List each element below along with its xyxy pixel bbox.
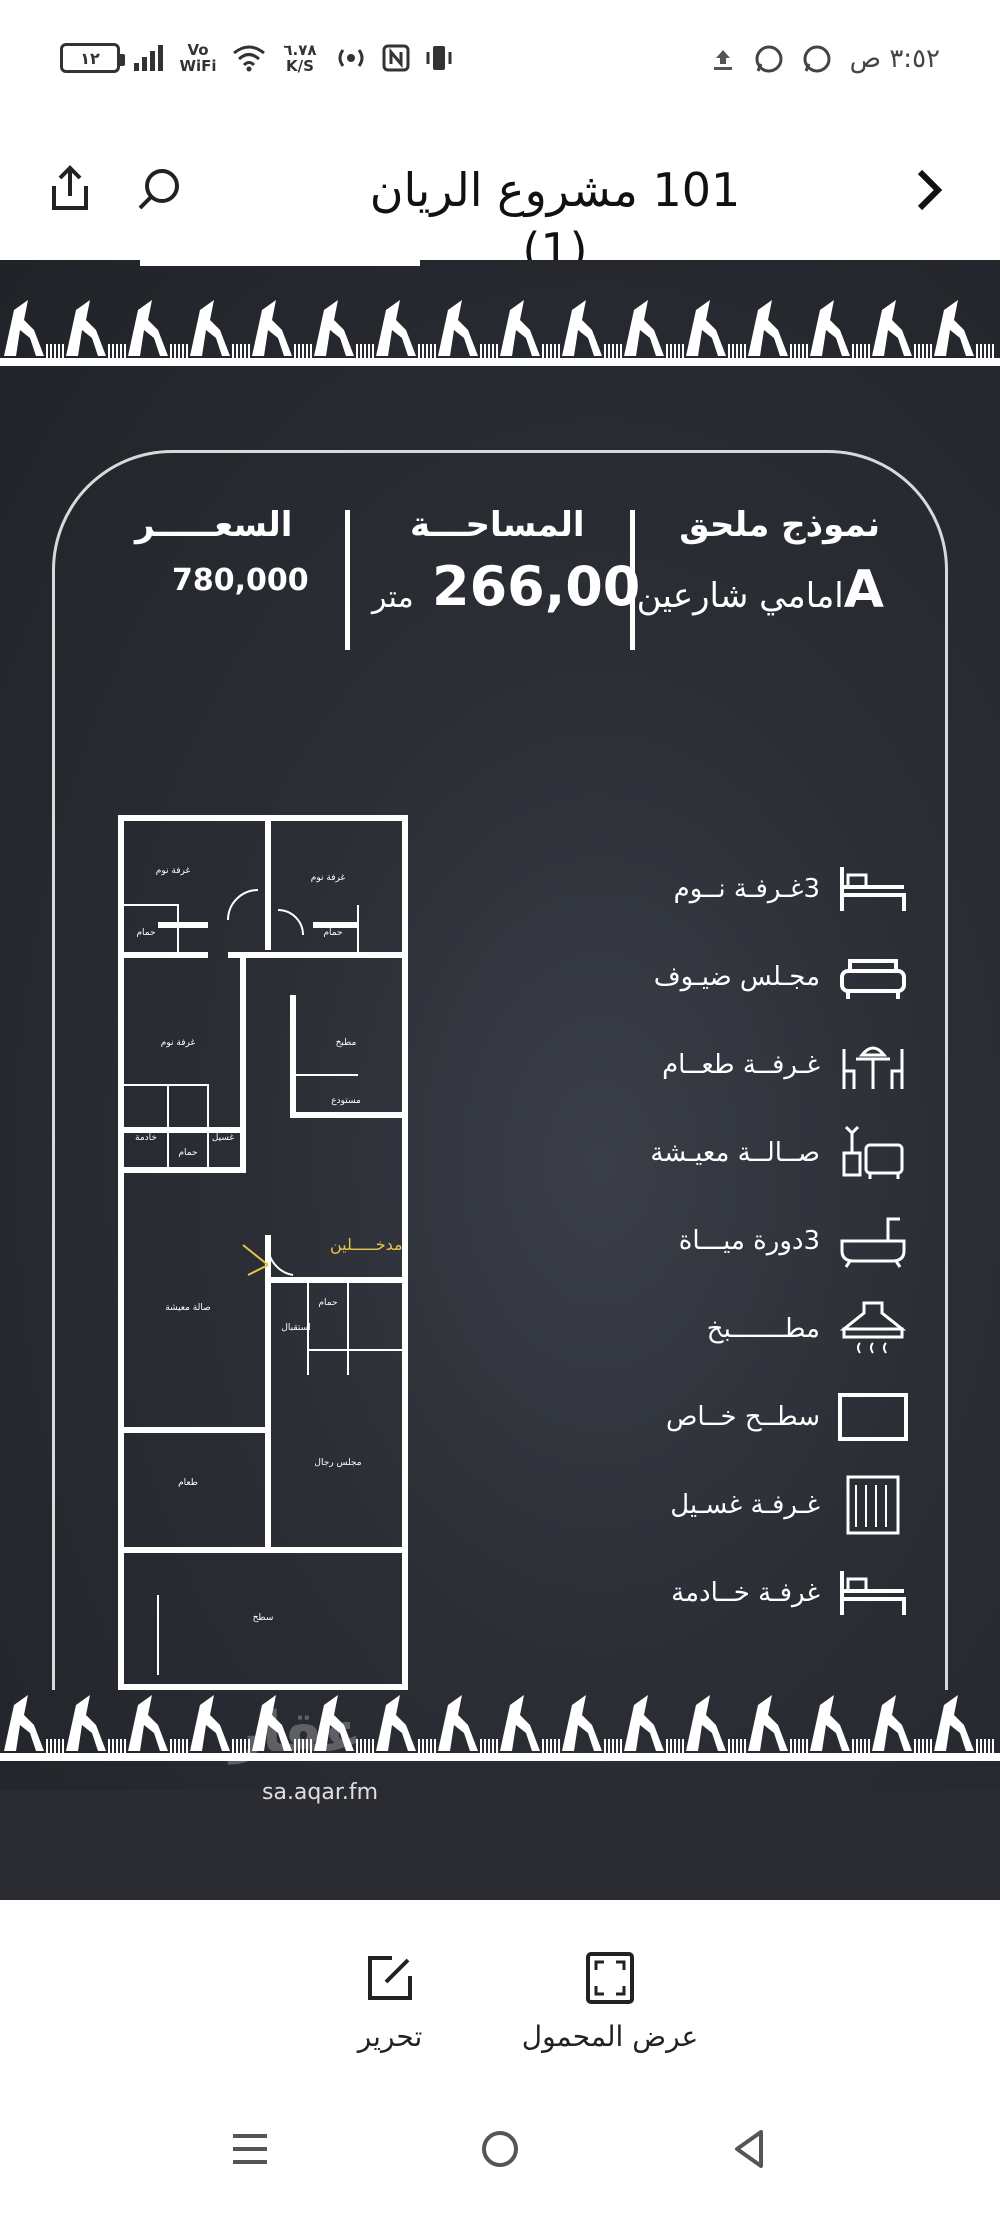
edit-button[interactable]: تحرير [335,1950,445,2053]
room-laundry: غسيل [212,1133,235,1143]
room-reception: استقبال [281,1323,310,1333]
feature-label: مجـلس ضيـوف [653,962,820,992]
decorative-pattern-top [0,300,1000,366]
feature-label: صــالــة معيـشة [650,1138,820,1168]
feature-label: غـرفـة غسـيل [670,1490,820,1520]
model-subtitle: Aامامي شارعين [637,560,884,620]
feature-item: غرفـة خــادمة [490,1549,910,1637]
room-living: صالة معيشة [165,1303,211,1313]
mobile-view-button[interactable]: عرض المحمول [510,1950,710,2053]
price-value: 780,000 [172,563,309,598]
system-nav-bar [0,2080,1000,2222]
hotspot-icon [338,49,364,67]
edit-label: تحرير [357,2020,423,2053]
feature-item: مطـــــــبخ [490,1285,910,1373]
back-nav-icon[interactable] [725,2124,775,2174]
whatsapp-icon [803,45,831,73]
feature-item: مجـلس ضيـوف [490,933,910,1021]
network-type: Vo WiFi [179,41,217,75]
room-bath-4: حمام [318,1298,337,1308]
upload-icon [713,50,732,70]
room-bedroom-3: غرفة نوم [161,1038,196,1048]
app-header: 101 مشروع الريان (1) [0,130,1000,277]
bed-icon [840,867,906,911]
area-label: المساحـــة [410,505,585,545]
feature-item: سطــح خــاص [490,1373,910,1461]
listing-image[interactable]: نموذج ملحق Aامامي شارعين المساحـــة 266,… [0,260,1000,1900]
feature-label: غرفـة خــادمة [671,1578,820,1608]
vibrate-icon [426,46,452,70]
wifi-icon [233,45,265,72]
room-bath-1: حمام [136,928,155,938]
roof-icon [838,1393,908,1441]
model-title: نموذج ملحق [679,505,880,545]
signal-icon [134,45,163,71]
share-icon[interactable] [40,158,100,218]
feature-item: غـرفـة غسـيل [490,1461,910,1549]
search-icon[interactable] [130,160,190,220]
feature-label: مطـــــــبخ [706,1314,820,1344]
page-title: 101 مشروع الريان (1) [369,163,741,277]
action-bar: تحرير عرض المحمول [0,1900,1000,2080]
feature-item: صــالــة معيـشة [490,1109,910,1197]
feature-label: سطــح خــاص [665,1402,820,1432]
menu-icon[interactable] [225,2124,275,2174]
image-indicator [140,260,420,266]
chevron-right-icon[interactable] [900,160,960,220]
features-list: 3غـرفـة نــوم مجـلس ضيـوف غـرفــة طعــام… [490,845,910,1637]
entrance-label: مدخـــــلين [330,1235,403,1254]
watermark-logo: عقار [230,1700,362,1765]
watermark-url: sa.aqar.fm [262,1780,379,1805]
feature-item: 3غـرفـة نــوم [490,845,910,933]
room-bedroom-2: غرفة نوم [311,873,346,883]
decorative-pattern-bottom [0,1695,1000,1761]
clock: ٣:٥٢ ص [849,44,940,74]
maid-bed-icon [840,1571,906,1615]
nfc-icon [382,44,410,72]
image-lower-band [0,1790,1000,1900]
network-speed: ٦.٧٨ K/S [283,41,317,75]
feature-item: 3دورة ميـــاة [490,1197,910,1285]
feature-label: غـرفــة طعــام [662,1050,820,1080]
home-icon[interactable] [475,2124,525,2174]
sofa-icon [840,959,906,999]
room-maid: خادمة [135,1133,157,1143]
feature-label: 3غـرفـة نــوم [673,874,820,904]
mobile-view-label: عرض المحمول [521,2020,699,2053]
battery-icon: ١٢ [60,43,125,73]
model-letter: A [843,560,884,620]
area-value: 266,00 [432,555,641,618]
whatsapp-icon-2 [755,45,783,73]
feature-label: 3دورة ميـــاة [678,1226,820,1256]
info-divider-2 [345,510,350,650]
room-bath-3: حمام [178,1148,197,1158]
room-storage: مستودع [331,1096,361,1106]
status-right: ٣:٥٢ ص [710,44,940,74]
laundry-icon [846,1475,900,1535]
area-unit: متر [372,580,414,615]
price-label: السعـــــر [135,505,293,545]
kitchen-hood-icon [839,1301,907,1354]
room-dining: طعام [178,1478,198,1488]
room-majlis: مجلس رجال [314,1458,361,1468]
living-room-icon [842,1125,904,1179]
bathtub-icon [840,1217,906,1268]
expand-icon [586,1952,634,2004]
model-street: امامي شارعين [636,576,844,616]
edit-icon [368,1956,412,2000]
feature-item: غـرفــة طعــام [490,1021,910,1109]
battery-level: ١٢ [80,48,100,68]
dining-icon [842,1046,904,1089]
room-kitchen: مطبخ [336,1038,357,1048]
room-bedroom-1: غرفة نوم [156,866,191,876]
status-left: ١٢ Vo WiFi ٦.٧٨ K/S [60,42,454,74]
room-bath-2: حمام [323,928,342,938]
status-bar: ١٢ Vo WiFi ٦.٧٨ K/S ٣:٥٢ ص [0,0,1000,130]
room-roof: سطح [253,1613,274,1623]
